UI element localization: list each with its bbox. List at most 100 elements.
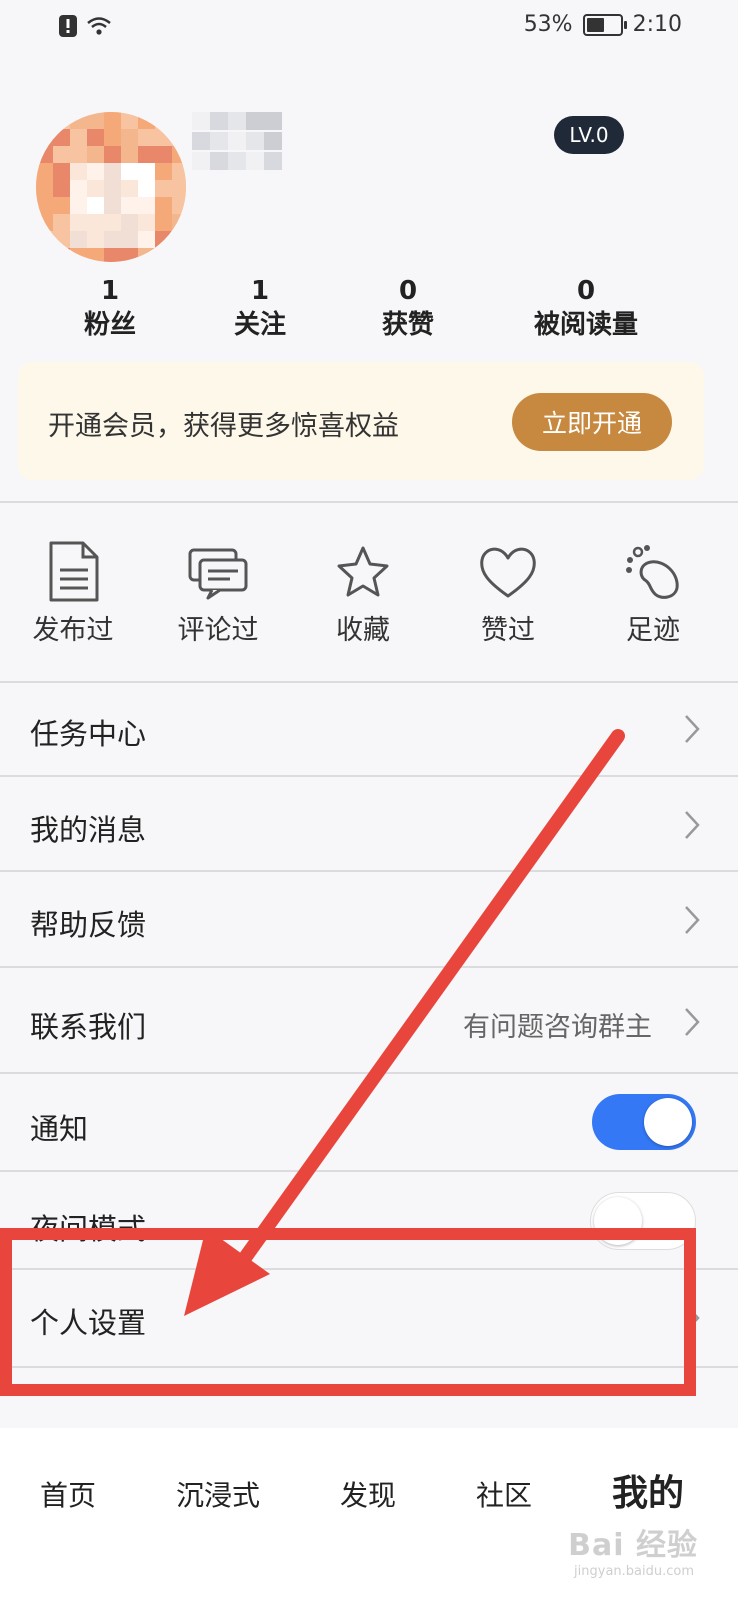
- avatar-pixel: [87, 180, 104, 197]
- menu-notify: 通知: [0, 1074, 738, 1170]
- battery-level: [586, 17, 604, 32]
- avatar-pixel: [87, 129, 104, 146]
- avatar-pixel: [87, 112, 104, 129]
- menu-label: 任务中心: [30, 717, 147, 751]
- avatar-pixel: [104, 231, 121, 248]
- quick-history[interactable]: 足迹: [598, 540, 708, 647]
- stat-value: 1: [100, 276, 120, 306]
- alert-icon: [59, 15, 77, 37]
- avatar-pixel: [104, 163, 121, 180]
- quick-label: 发布过: [32, 615, 114, 646]
- stat-likes[interactable]: 0 获赞: [358, 274, 458, 342]
- nav-mine[interactable]: 我的: [612, 1464, 684, 1516]
- avatar-pixel: [172, 163, 186, 180]
- avatar-pixel: [70, 231, 87, 248]
- avatar-pixel: [155, 214, 172, 231]
- avatar-pixel: [70, 180, 87, 197]
- chevron-right-icon: [685, 715, 700, 743]
- stat-following[interactable]: 1 关注: [210, 274, 310, 342]
- avatar-pixel: [53, 129, 70, 146]
- stat-reads[interactable]: 0 被阅读量: [516, 274, 656, 342]
- avatar-pixel: [104, 129, 121, 146]
- status-left: [58, 14, 112, 38]
- battery-percent: 53%: [523, 12, 573, 37]
- username-pixel: [210, 112, 228, 130]
- nav-discover[interactable]: 发现: [340, 1474, 396, 1514]
- nav-community[interactable]: 社区: [476, 1474, 532, 1514]
- username-pixel: [210, 152, 228, 170]
- username-pixel: [192, 132, 210, 150]
- star-icon: [337, 546, 389, 597]
- status-bar: 53% 2:10: [0, 0, 738, 60]
- avatar-pixel: [36, 129, 53, 146]
- avatar-pixel: [104, 214, 121, 231]
- heart-icon: [480, 547, 536, 598]
- avatar-pixel: [121, 197, 138, 214]
- menu-help[interactable]: 帮助反馈: [0, 872, 738, 966]
- notify-toggle[interactable]: [592, 1094, 696, 1150]
- night-mode-toggle[interactable]: [590, 1192, 696, 1250]
- quick-label: 赞过: [481, 615, 535, 646]
- avatar-pixel: [70, 112, 87, 129]
- username-pixel: [228, 112, 246, 130]
- wifi-icon: [87, 17, 111, 35]
- username-pixel: [192, 112, 210, 130]
- menu-night-mode: 夜间模式: [0, 1172, 738, 1268]
- avatar-pixel: [87, 248, 104, 262]
- avatar-pixel: [155, 129, 172, 146]
- menu-personal-settings[interactable]: 个人设置: [0, 1270, 738, 1366]
- avatar-pixel: [104, 146, 121, 163]
- avatar-pixel: [121, 129, 138, 146]
- avatar-pixel: [36, 163, 53, 180]
- avatar-pixel: [36, 112, 53, 129]
- avatar[interactable]: [36, 112, 186, 262]
- stat-value: 1: [250, 276, 270, 306]
- avatar-pixel: [53, 231, 70, 248]
- avatar-pixel: [121, 231, 138, 248]
- quick-favorites[interactable]: 收藏: [308, 540, 418, 647]
- stat-value: 0: [398, 276, 418, 306]
- document-icon: [49, 541, 99, 602]
- watermark-url: jingyan.baidu.com: [574, 1564, 694, 1579]
- nav-home[interactable]: 首页: [40, 1474, 96, 1514]
- avatar-pixel: [172, 180, 186, 197]
- nav-immersive[interactable]: 沉浸式: [176, 1474, 260, 1514]
- avatar-pixel: [138, 129, 155, 146]
- quick-commented[interactable]: 评论过: [163, 540, 273, 647]
- bottom-nav: 首页 沉浸式 发现 社区 我的 Bai 经验 jingyan.baidu.com: [0, 1428, 738, 1600]
- toggle-knob: [644, 1098, 692, 1146]
- avatar-pixel: [138, 197, 155, 214]
- avatar-pixel: [155, 231, 172, 248]
- avatar-pixel: [138, 146, 155, 163]
- username-pixel: [264, 152, 282, 170]
- avatar-pixel: [53, 197, 70, 214]
- quick-liked[interactable]: 赞过: [453, 540, 563, 647]
- avatar-pixel: [121, 146, 138, 163]
- quick-published[interactable]: 发布过: [18, 540, 128, 647]
- clock: 2:10: [632, 12, 682, 37]
- menu-label: 个人设置: [30, 1306, 147, 1340]
- menu-task-center[interactable]: 任务中心: [0, 683, 738, 775]
- vip-open-button[interactable]: 立即开通: [512, 393, 672, 451]
- avatar-pixel: [70, 197, 87, 214]
- avatar-pixel: [87, 197, 104, 214]
- avatar-pixel: [121, 214, 138, 231]
- avatar-pixel: [53, 112, 70, 129]
- avatar-pixel: [138, 163, 155, 180]
- vip-banner[interactable]: 开通会员，获得更多惊喜权益 立即开通: [18, 362, 704, 480]
- avatar-pixel: [104, 248, 121, 262]
- avatar-pixel: [53, 214, 70, 231]
- stat-fans[interactable]: 1 粉丝: [60, 274, 160, 342]
- menu-messages[interactable]: 我的消息: [0, 777, 738, 870]
- divider: [0, 501, 738, 503]
- watermark: Bai 经验: [568, 1528, 698, 1563]
- menu-contact[interactable]: 联系我们 有问题咨询群主: [0, 968, 738, 1072]
- avatar-pixel: [53, 248, 70, 262]
- avatar-pixel: [172, 112, 186, 129]
- quick-actions: 发布过 评论过 收藏 赞过 足迹: [0, 540, 738, 650]
- profile-stats: 1 粉丝 1 关注 0 获赞 0 被阅读量: [0, 274, 738, 354]
- avatar-pixel: [155, 163, 172, 180]
- avatar-pixel: [104, 180, 121, 197]
- comment-icon: [188, 548, 248, 600]
- stat-value: 0: [576, 276, 596, 306]
